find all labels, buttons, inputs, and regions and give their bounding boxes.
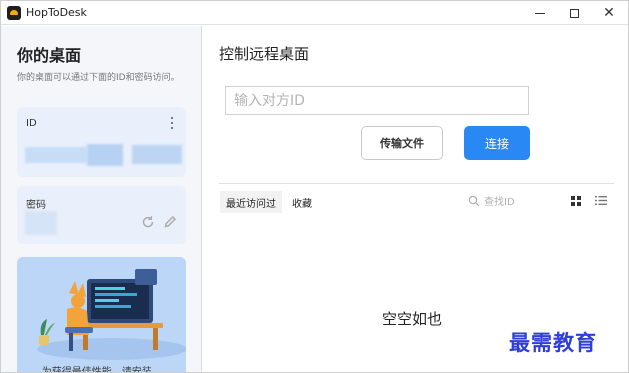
redacted-id-value (132, 145, 182, 164)
password-label: 密码 (26, 200, 46, 211)
search-id-input[interactable]: 查找ID (484, 193, 515, 208)
remote-id-input[interactable] (225, 86, 529, 115)
minimize-button[interactable] (524, 1, 556, 25)
password-card: 密码 (17, 186, 186, 244)
redacted-password-value (25, 211, 57, 235)
your-desktop-description: 你的桌面可以通过下面的ID和密码访问。 (17, 73, 180, 83)
promo-card[interactable]: 为获得最佳性能，请安装... (17, 257, 186, 373)
remote-control-panel: 控制远程桌面 传输文件 连接 最近访问过 收藏 查找ID 空空如也 (203, 26, 628, 372)
pencil-icon[interactable] (163, 215, 177, 229)
file-transfer-button[interactable]: 传输文件 (361, 126, 443, 160)
list-view-icon[interactable] (595, 195, 607, 206)
your-desktop-panel: 你的桌面 你的桌面可以通过下面的ID和密码访问。 ID 密码 为获得最佳性能，请… (1, 26, 202, 373)
watermark-text: 最需教育 (509, 330, 597, 355)
window-title: HopToDesk (26, 6, 87, 19)
refresh-icon[interactable] (141, 215, 155, 229)
remote-control-title: 控制远程桌面 (219, 45, 310, 63)
title-bar[interactable]: HopToDesk ✕ (1, 1, 628, 25)
redacted-id-value (87, 144, 123, 166)
id-label: ID (26, 118, 37, 129)
search-icon (468, 195, 480, 207)
id-card: ID (17, 107, 186, 177)
maximize-icon (569, 8, 579, 18)
promo-text: 为获得最佳性能，请安装... (41, 367, 162, 373)
section-divider (219, 183, 614, 184)
app-window: HopToDesk ✕ 你的桌面 你的桌面可以通过下面的ID和密码访问。 ID … (0, 0, 629, 373)
tab-favorites[interactable]: 收藏 (292, 191, 312, 213)
hoptodesk-logo-icon (7, 6, 21, 20)
empty-state-text: 空空如也 (382, 310, 443, 328)
promo-illustration (37, 269, 186, 360)
close-icon: ✕ (603, 5, 615, 21)
grid-view-icon[interactable] (571, 196, 581, 206)
maximize-button[interactable] (558, 1, 590, 25)
minimize-icon (535, 12, 545, 14)
redacted-id-value (25, 147, 87, 163)
close-button[interactable]: ✕ (593, 1, 625, 25)
your-desktop-title: 你的桌面 (17, 46, 82, 65)
connect-button[interactable]: 连接 (464, 126, 530, 160)
tab-recent-sessions[interactable]: 最近访问过 (220, 191, 282, 213)
more-vertical-icon[interactable] (168, 116, 176, 130)
